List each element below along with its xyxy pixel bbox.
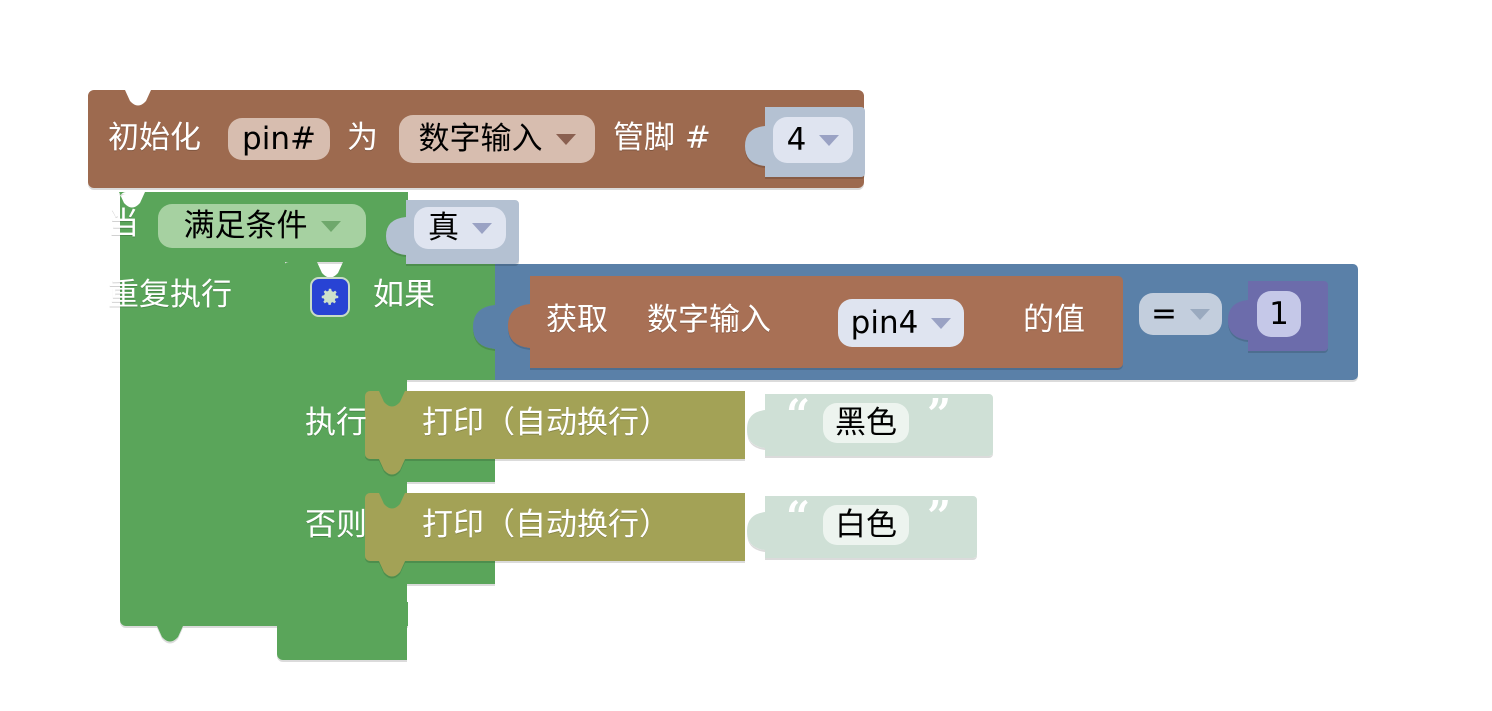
- init-label: 初始化: [108, 120, 201, 156]
- init-pin-value-field[interactable]: 4: [773, 117, 853, 163]
- string-field-else-text: 白色: [835, 506, 897, 543]
- print-label-do: 打印（自动换行）: [422, 405, 670, 441]
- quote-open-do: “: [786, 390, 811, 439]
- quote-close-do: ”: [927, 390, 952, 439]
- read-label-3: 的值: [1023, 302, 1085, 338]
- init-for-label: 为: [347, 120, 378, 156]
- string-field-else[interactable]: 白色: [823, 505, 909, 545]
- init-pinnum-label: 管脚 #: [613, 120, 711, 156]
- init-name-field[interactable]: pin#: [228, 118, 330, 160]
- read-label-1: 获取: [546, 302, 608, 338]
- loop-mode-dropdown-text: 满足条件: [183, 207, 308, 244]
- loop-mode-dropdown[interactable]: 满足条件: [158, 204, 366, 248]
- operator-dropdown-text: =: [1151, 295, 1177, 332]
- quote-open-else: “: [786, 492, 811, 541]
- loop-repeat-label: 重复执行: [108, 277, 232, 313]
- gear-icon-glyph: [321, 288, 339, 305]
- read-label-2: 数字输入: [647, 302, 771, 338]
- loop-when-label: 当: [108, 206, 139, 242]
- init-pin-value-text: 4: [786, 121, 807, 158]
- compare-value-text: 1: [1269, 295, 1289, 332]
- chevron-down-icon: [555, 133, 576, 145]
- gear-icon[interactable]: [310, 277, 350, 317]
- block-shapes-layer: [88, 90, 1358, 660]
- init-name-field-text: pin#: [242, 120, 316, 157]
- compare-value-field[interactable]: 1: [1257, 291, 1301, 337]
- blockly-workspace[interactable]: 初始化 pin# 为 数字输入 管脚 # 4 当 满足条件 真 重复执行 如果 …: [0, 0, 1492, 711]
- loop-condition-field[interactable]: 真: [414, 207, 506, 249]
- chevron-down-icon: [931, 317, 952, 329]
- string-field-do-text: 黑色: [835, 404, 897, 441]
- do-label: 执行: [305, 405, 367, 441]
- chevron-down-icon: [320, 220, 341, 232]
- string-field-do[interactable]: 黑色: [823, 403, 909, 443]
- if-label: 如果: [373, 277, 435, 313]
- loop-condition-text: 真: [428, 209, 459, 246]
- chevron-down-icon: [1189, 308, 1210, 320]
- print-label-else: 打印（自动换行）: [422, 507, 670, 543]
- read-pin-dropdown[interactable]: pin4: [838, 299, 964, 347]
- init-type-dropdown[interactable]: 数字输入: [399, 115, 595, 163]
- chevron-down-icon: [472, 222, 492, 234]
- else-label: 否则: [305, 507, 367, 543]
- operator-dropdown[interactable]: =: [1139, 293, 1222, 335]
- init-type-dropdown-text: 数字输入: [418, 120, 543, 157]
- chevron-down-icon: [819, 134, 840, 146]
- quote-close-else: ”: [927, 492, 952, 541]
- read-pin-dropdown-text: pin4: [850, 304, 919, 341]
